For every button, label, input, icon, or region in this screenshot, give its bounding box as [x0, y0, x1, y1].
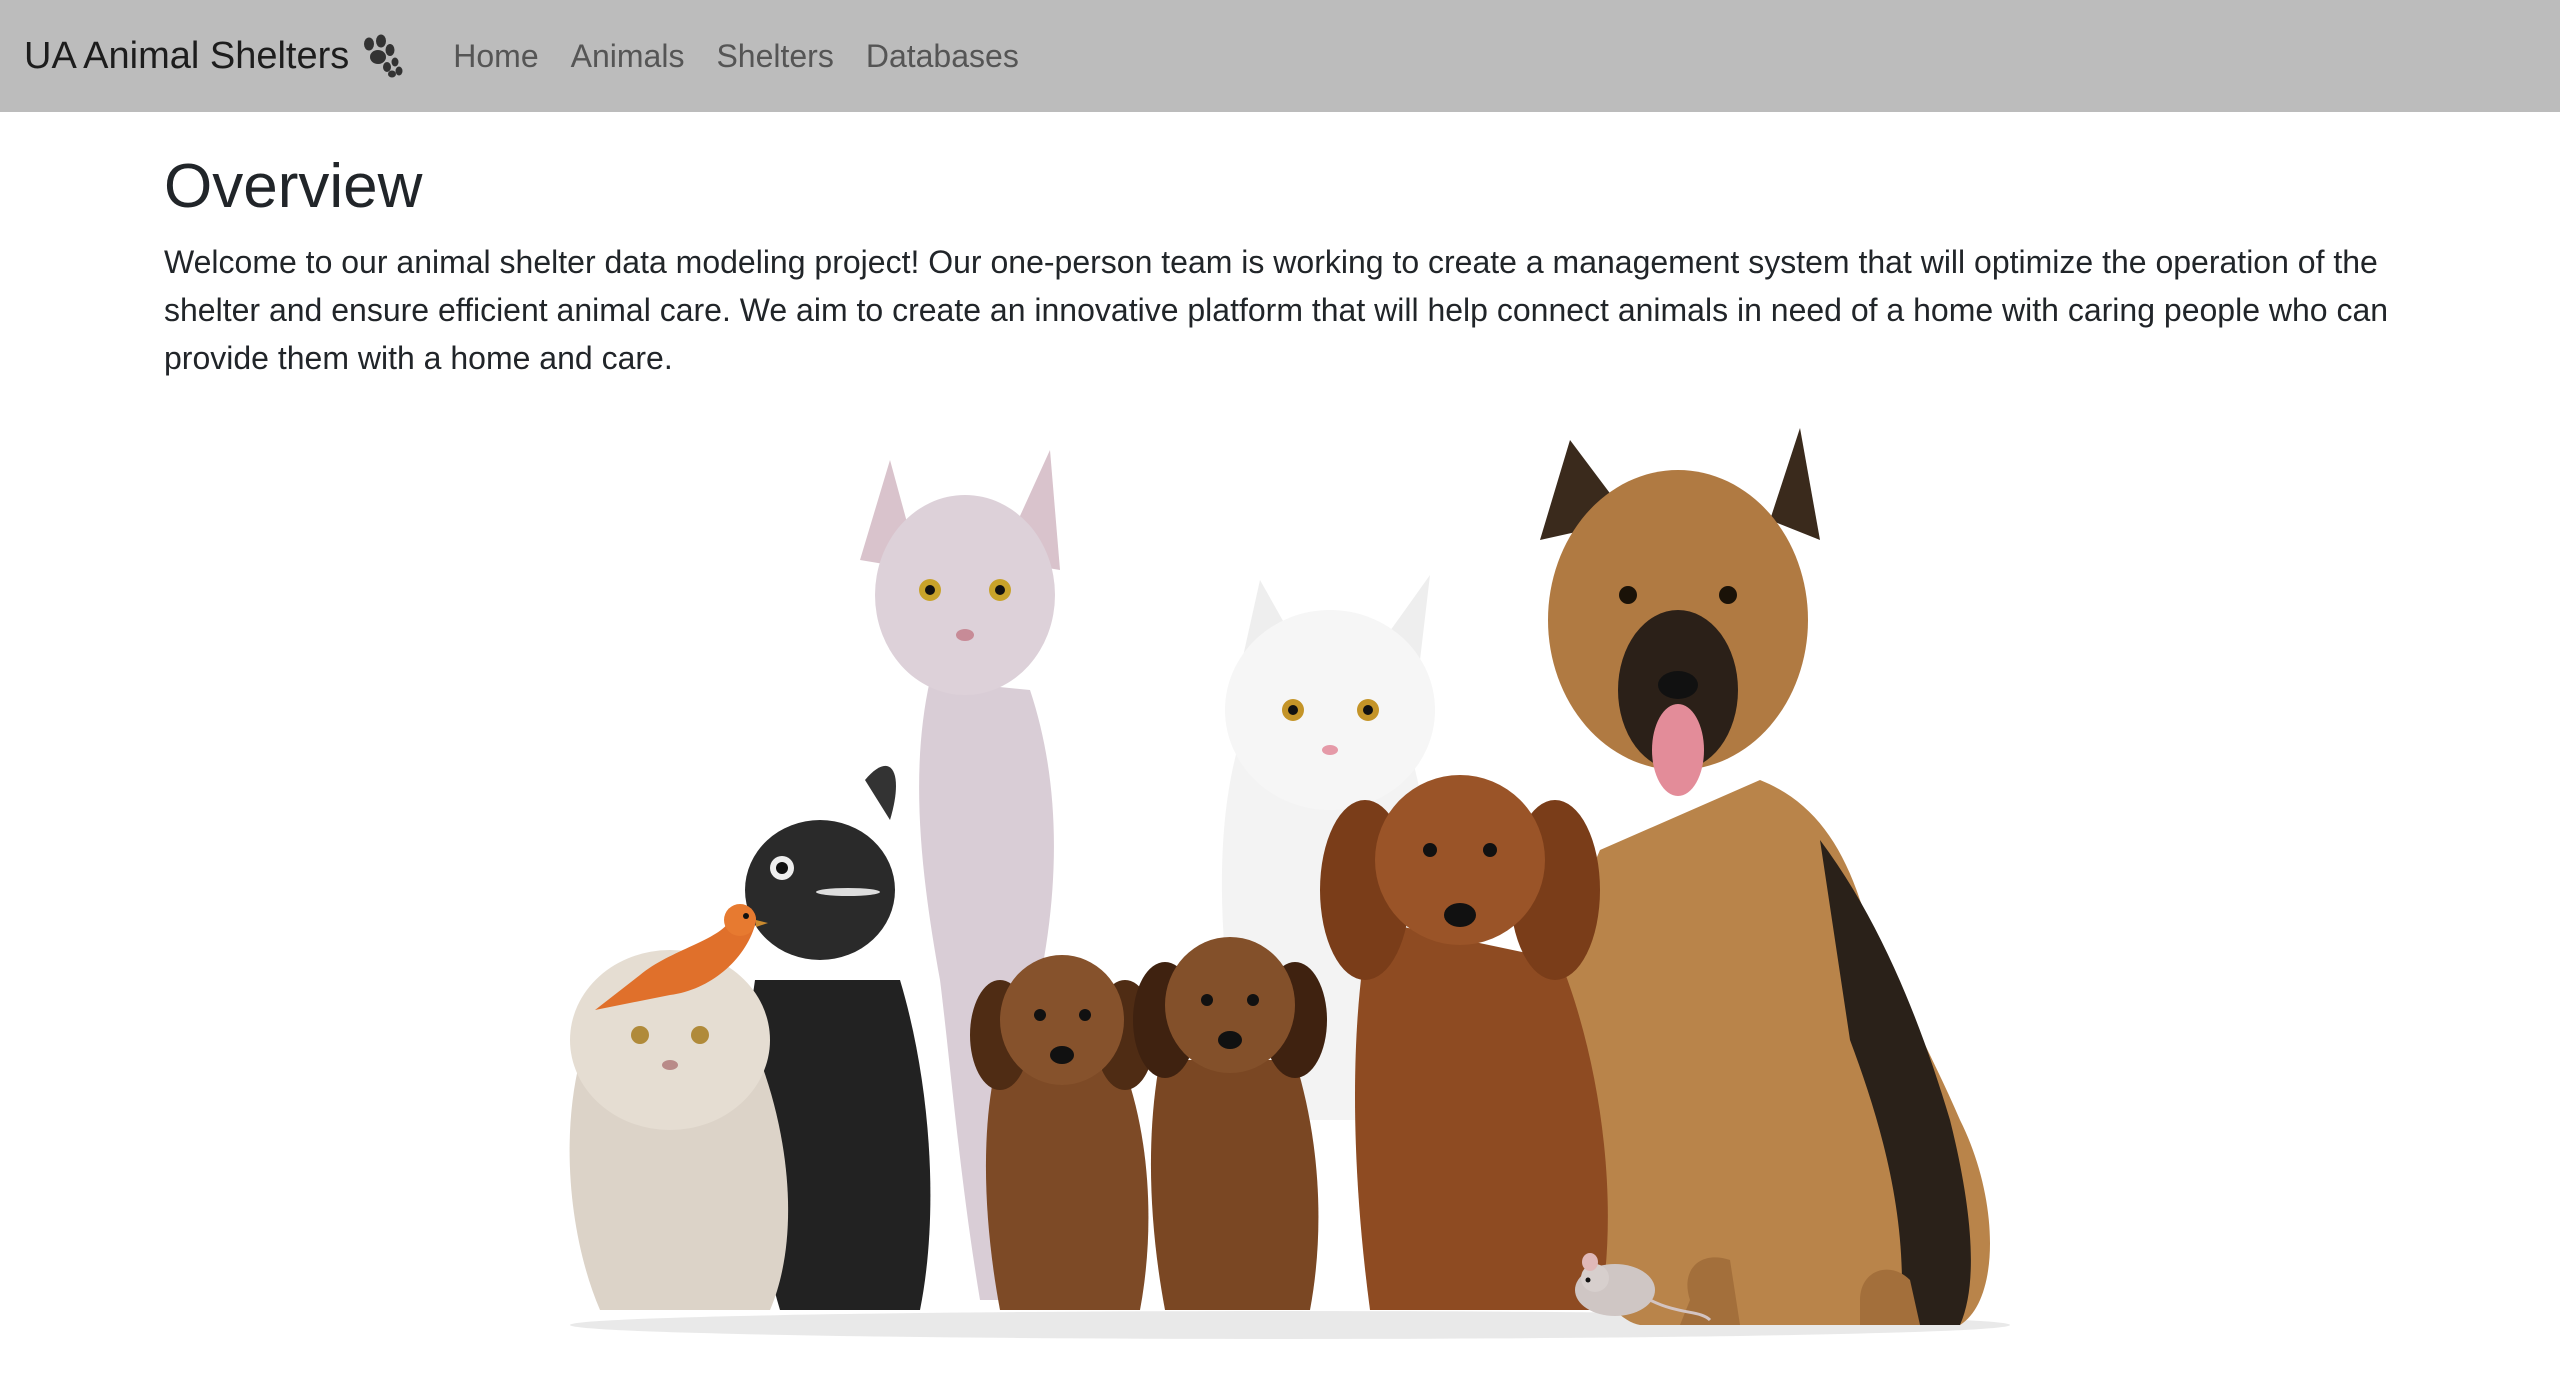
nav-links: Home Animals Shelters Databases: [437, 38, 1035, 75]
intro-paragraph: Welcome to our animal shelter data model…: [164, 244, 2389, 377]
persian-cat: [569, 950, 789, 1310]
pets-hero-image: [560, 420, 2020, 1350]
brand-name: UA Animal Shelters: [24, 34, 350, 77]
puppy-right: [1133, 937, 1327, 1310]
nav-home-link[interactable]: Home: [437, 38, 554, 75]
nav-shelters-link[interactable]: Shelters: [700, 38, 849, 75]
nav-animals-link[interactable]: Animals: [555, 38, 701, 75]
nav-databases-link[interactable]: Databases: [850, 38, 1035, 75]
paw-icon: [359, 34, 403, 78]
dachshund-dog: [1320, 775, 1608, 1310]
top-navbar: UA Animal Shelters Home Animals Shelters…: [0, 0, 2560, 112]
brand-link[interactable]: UA Animal Shelters: [24, 34, 403, 78]
german-shepherd: [1540, 428, 1990, 1325]
page-title: Overview: [164, 152, 423, 221]
main-content: Overview Welcome to our animal shelter d…: [164, 150, 2396, 382]
puppy-left: [970, 955, 1155, 1310]
